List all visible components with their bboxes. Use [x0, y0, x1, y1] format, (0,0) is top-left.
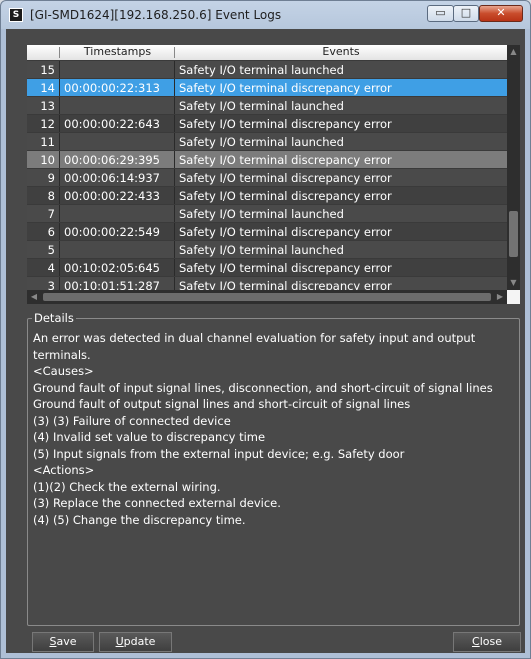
scroll-right-icon[interactable]: ▶: [493, 290, 507, 304]
row-event: Safety I/O terminal discrepancy error: [179, 171, 392, 185]
row-event: Safety I/O terminal launched: [179, 135, 344, 149]
row-number: 9: [47, 171, 55, 185]
table-row[interactable]: 8 00:00:00:22:433 Safety I/O terminal disc…: [27, 187, 507, 205]
close-button[interactable]: Close: [453, 632, 521, 652]
table-body: 15 Safety I/O terminal launched 14 00:00:00…: [27, 61, 507, 290]
details-line: Ground fault of input signal lines, disc…: [33, 380, 493, 395]
row-timestamp: 00:10:01:51:287: [64, 279, 160, 290]
details-line: An error was detected in dual channel ev…: [33, 331, 476, 362]
header-events[interactable]: Events: [175, 45, 507, 58]
row-event: Safety I/O terminal discrepancy error: [179, 261, 392, 275]
row-timestamp: 00:00:06:14:937: [64, 171, 160, 185]
close-accel: C: [472, 635, 480, 648]
horizontal-scroll-thumb[interactable]: [43, 293, 491, 301]
table-row[interactable]: 13 Safety I/O terminal launched: [27, 97, 507, 115]
details-line: (3) Replace the connected external devic…: [33, 496, 281, 510]
horizontal-scrollbar[interactable]: ◀ ▶: [27, 290, 507, 304]
save-label: ave: [56, 635, 77, 648]
details-text: An error was detected in dual channel ev…: [33, 330, 515, 528]
row-event: Safety I/O terminal launched: [179, 243, 344, 257]
table-row[interactable]: 15 Safety I/O terminal launched: [27, 61, 507, 79]
header-timestamps[interactable]: Timestamps: [60, 45, 175, 58]
row-event: Safety I/O terminal discrepancy error: [179, 117, 392, 131]
table-row[interactable]: 4 00:10:02:05:645 Safety I/O terminal disc…: [27, 259, 507, 277]
table-row[interactable]: 14 00:00:00:22:313 Safety I/O terminal dis…: [27, 79, 507, 97]
scroll-left-icon[interactable]: ◀: [27, 290, 41, 304]
details-line: Ground fault of output signal lines and …: [33, 397, 411, 411]
cell-bg: [59, 97, 175, 114]
update-accel: U: [115, 635, 124, 648]
cell-bg: [59, 133, 175, 150]
row-event: Safety I/O terminal discrepancy error: [179, 279, 392, 290]
row-timestamp: 00:00:00:22:313: [64, 81, 160, 95]
row-event: Safety I/O terminal discrepancy error: [179, 81, 392, 95]
row-number: 6: [47, 225, 55, 239]
row-timestamp: 00:00:00:22:549: [64, 225, 160, 239]
details-line: <Actions>: [33, 463, 95, 477]
row-number: 8: [47, 189, 55, 203]
close-label: lose: [479, 635, 502, 648]
row-number: 12: [40, 117, 55, 131]
update-label: pdate: [123, 635, 156, 648]
cell-bg: [59, 205, 175, 222]
close-window-button[interactable]: ✕: [479, 5, 523, 22]
details-line: (1)(2) Check the external wiring.: [33, 479, 221, 494]
row-number: 13: [40, 99, 55, 113]
row-event: Safety I/O terminal launched: [179, 207, 344, 221]
details-line: (5) Input signals from the external inpu…: [33, 446, 405, 461]
row-number: 3: [47, 279, 55, 290]
row-number: 14: [40, 81, 55, 95]
row-number: 4: [47, 261, 55, 275]
table-row[interactable]: 9 00:00:06:14:937 Safety I/O terminal disc…: [27, 169, 507, 187]
table-row[interactable]: 12 00:00:00:22:643 Safety I/O terminal dis…: [27, 115, 507, 133]
table-row[interactable]: 3 00:10:01:51:287 Safety I/O terminal disc…: [27, 277, 507, 290]
row-number: 11: [40, 135, 55, 149]
details-line: (3) (3) Failure of connected device: [33, 413, 231, 428]
row-number: 5: [47, 243, 55, 257]
save-button[interactable]: Save: [32, 632, 94, 652]
table-row[interactable]: 5 Safety I/O terminal launched: [27, 241, 507, 259]
app-icon: S: [9, 8, 23, 22]
details-legend: Details: [32, 311, 76, 325]
window-title: [GI-SMD1624][192.168.250.6] Event Logs: [30, 8, 282, 22]
row-number: 7: [47, 207, 55, 221]
table-row[interactable]: 7 Safety I/O terminal launched: [27, 205, 507, 223]
scroll-down-icon[interactable]: ▼: [507, 276, 520, 290]
row-timestamp: 00:00:00:22:433: [64, 189, 160, 203]
maximize-button[interactable]: □: [453, 5, 479, 22]
table-row[interactable]: 10 00:00:06:29:395 Safety I/O terminal dis…: [27, 151, 507, 169]
cell-bg: [59, 241, 175, 258]
row-event: Safety I/O terminal launched: [179, 99, 344, 113]
vertical-scroll-thumb[interactable]: [509, 211, 518, 257]
scrollbar-corner: [507, 290, 520, 304]
vertical-scrollbar[interactable]: ▲ ▼: [507, 45, 520, 290]
table-row[interactable]: 6 00:00:00:22:549 Safety I/O terminal disc…: [27, 223, 507, 241]
cell-bg: [59, 61, 175, 78]
row-event: Safety I/O terminal discrepancy error: [179, 153, 392, 167]
row-number: 10: [40, 153, 55, 167]
table-header: Timestamps Events: [27, 45, 507, 60]
row-timestamp: 00:00:06:29:395: [64, 153, 160, 167]
details-line: (4) (5) Change the discrepancy time.: [33, 512, 246, 527]
details-line: (4) Invalid set value to discrepancy tim…: [33, 430, 266, 444]
update-button[interactable]: Update: [99, 632, 172, 652]
row-event: Safety I/O terminal launched: [179, 63, 344, 77]
table-row[interactable]: 11 Safety I/O terminal launched: [27, 133, 507, 151]
title-bar[interactable]: S [GI-SMD1624][192.168.250.6] Event Logs…: [1, 1, 530, 29]
row-event: Safety I/O terminal discrepancy error: [179, 189, 392, 203]
row-event: Safety I/O terminal discrepancy error: [179, 225, 392, 239]
details-line: <Causes>: [33, 364, 94, 378]
scroll-up-icon[interactable]: ▲: [507, 45, 520, 59]
minimize-button[interactable]: ▭: [427, 5, 454, 22]
row-timestamp: 00:00:00:22:643: [64, 117, 160, 131]
row-timestamp: 00:10:02:05:645: [64, 261, 160, 275]
row-number: 15: [40, 63, 55, 77]
